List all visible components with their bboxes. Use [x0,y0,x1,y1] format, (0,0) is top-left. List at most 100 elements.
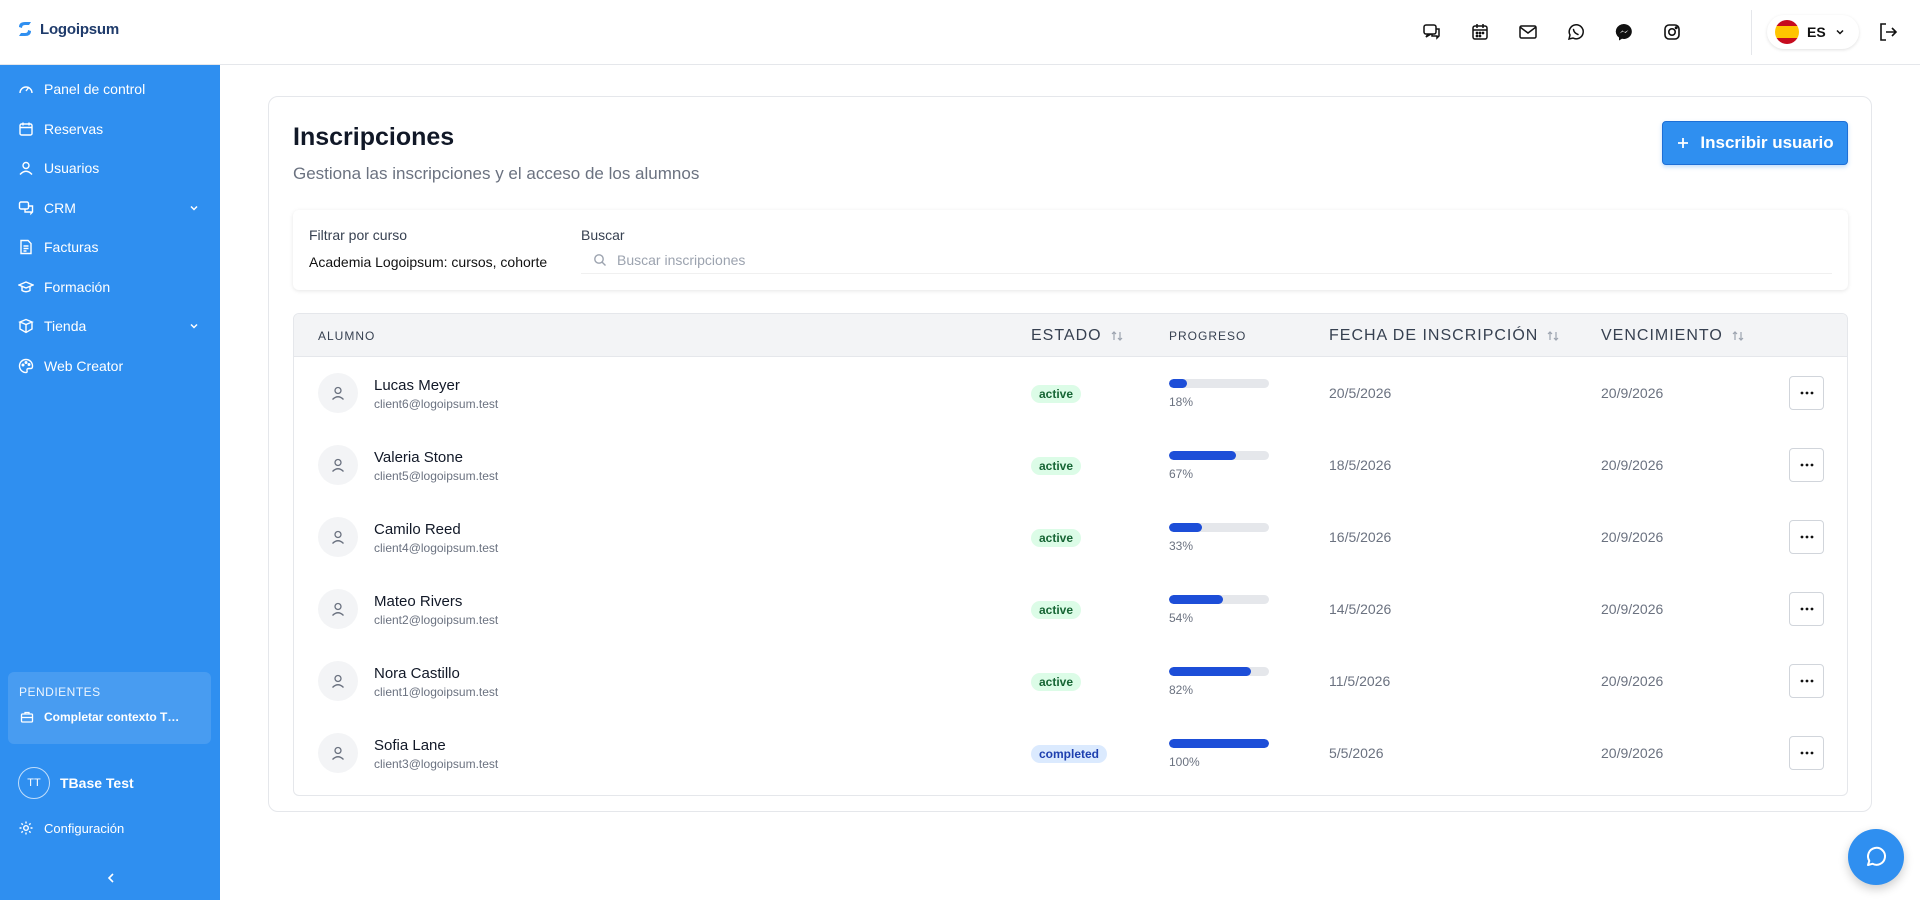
column-header-label: FECHA DE INSCRIPCIÓN [1329,326,1539,344]
chat-bubbles-icon[interactable] [1420,18,1444,46]
avatar [318,589,358,629]
progress-fill [1169,739,1269,748]
student-name: Valeria Stone [374,449,463,466]
pending-item-label: Completar contexto T… [44,710,180,724]
logout-icon[interactable] [1876,20,1900,44]
search-input[interactable] [617,251,1817,268]
whatsapp-icon[interactable] [1564,18,1588,46]
progress-bar [1169,379,1269,388]
student-email: client3@logoipsum.test [374,757,499,771]
more-horizontal-icon [1800,607,1813,611]
enrolled-date: 14/5/2026 [1329,601,1392,617]
progress-label: 100% [1169,755,1200,769]
pending-section: PENDIENTES Completar contexto T… [8,672,211,744]
sort-icon [1547,330,1559,341]
expiration-date: 20/9/2026 [1601,457,1664,473]
chat-launcher-button[interactable] [1848,829,1904,885]
chevron-down-icon [190,323,198,329]
enrollments-table: ALUMNO ESTADO PROGRESO FECHA DE INSCRIPC… [293,313,1848,796]
language-selector[interactable]: ES [1767,15,1859,49]
student-email: client5@logoipsum.test [374,469,499,483]
collapse-sidebar-icon[interactable] [104,871,118,885]
avatar [318,517,358,557]
enrolled-date: 16/5/2026 [1329,529,1392,545]
top-header: Logoipsum ES [0,0,1920,65]
progress-bar [1169,667,1269,676]
avatar [318,733,358,773]
progress-bar [1169,739,1269,748]
crm-icon [18,201,34,216]
sidebar-item-label: Reservas [44,121,104,137]
brand-logo[interactable]: Logoipsum [16,20,119,38]
plus-icon [1678,138,1689,148]
progress-label: 33% [1169,539,1194,553]
enrolled-date: 20/5/2026 [1329,385,1392,401]
expiration-date: 20/9/2026 [1601,601,1664,617]
sidebar-item-formacion[interactable]: Formación [0,269,220,305]
student-name: Mateo Rivers [374,593,463,610]
column-header-status[interactable]: ESTADO [1031,314,1124,357]
student-name: Lucas Meyer [374,377,460,394]
table-header: ALUMNO ESTADO PROGRESO FECHA DE INSCRIPC… [294,314,1847,357]
sidebar-item-configuracion[interactable]: Configuración [18,820,124,836]
calendar-icon[interactable] [1468,18,1492,46]
status-badge: active [1031,601,1082,619]
student-name: Nora Castillo [374,665,460,682]
table-row: Sofia Lane client3@logoipsum.test comple… [294,717,1847,789]
progress-fill [1169,667,1251,676]
column-header-enrolled-date[interactable]: FECHA DE INSCRIPCIÓN [1329,314,1560,357]
mail-icon[interactable] [1516,18,1540,46]
sidebar-item-tienda[interactable]: Tienda [0,308,220,344]
row-actions-button[interactable] [1789,592,1824,626]
enroll-user-label: Inscribir usuario [1700,133,1834,152]
dashboard-icon [19,86,33,94]
avatar [318,445,358,485]
user-name: TBase Test [60,775,134,791]
progress-fill [1169,595,1223,604]
sidebar-item-reservas[interactable]: Reservas [0,111,220,147]
sidebar-item-label: Tienda [44,318,87,334]
student-email: client1@logoipsum.test [374,685,499,699]
instagram-icon[interactable] [1660,18,1684,46]
sidebar-item-crm[interactable]: CRM [0,190,220,226]
more-horizontal-icon [1800,391,1813,395]
sidebar-item-label: CRM [44,200,76,216]
row-actions-button[interactable] [1789,520,1824,554]
table-row: Camilo Reed client4@logoipsum.test activ… [294,501,1847,573]
gear-icon [19,821,33,835]
messenger-icon[interactable] [1612,18,1636,46]
pending-item[interactable]: Completar contexto T… [20,710,205,724]
progress-fill [1169,523,1202,532]
user-icon [332,674,344,688]
sidebar: Panel de control Reservas Usuarios CRM F… [0,65,220,900]
column-header-label: VENCIMIENTO [1601,326,1723,344]
more-horizontal-icon [1800,463,1813,467]
table-row: Valeria Stone client5@logoipsum.test act… [294,429,1847,501]
table-row: Mateo Rivers client2@logoipsum.test acti… [294,573,1847,645]
more-horizontal-icon [1800,535,1813,539]
header-icons [1420,18,1684,46]
column-header-progress: PROGRESO [1169,314,1246,357]
row-actions-button[interactable] [1789,448,1824,482]
page-title: Inscripciones [293,123,455,151]
enroll-user-button[interactable]: Inscribir usuario [1662,121,1848,165]
chevron-down-icon [190,205,198,211]
sidebar-item-facturas[interactable]: Facturas [0,229,220,265]
status-badge: active [1031,457,1082,475]
row-actions-button[interactable] [1789,664,1824,698]
row-actions-button[interactable] [1789,736,1824,770]
sidebar-item-usuarios[interactable]: Usuarios [0,150,220,186]
chat-bubble-icon [1867,846,1886,866]
sort-icon [1732,330,1744,341]
sidebar-item-web-creator[interactable]: Web Creator [0,348,220,384]
column-header-label: ALUMNO [318,328,376,343]
sidebar-item-dashboard[interactable]: Panel de control [0,71,220,107]
status-badge: active [1031,529,1082,547]
sidebar-user[interactable]: TT TBase Test [18,767,134,799]
more-horizontal-icon [1800,751,1813,755]
column-header-expiration[interactable]: VENCIMIENTO [1601,314,1745,357]
course-filter-select[interactable]: Academia Logoipsum: cursos, cohorte [309,254,569,270]
chevron-down-icon [1836,29,1844,35]
row-actions-button[interactable] [1789,376,1824,410]
store-icon [18,318,34,334]
